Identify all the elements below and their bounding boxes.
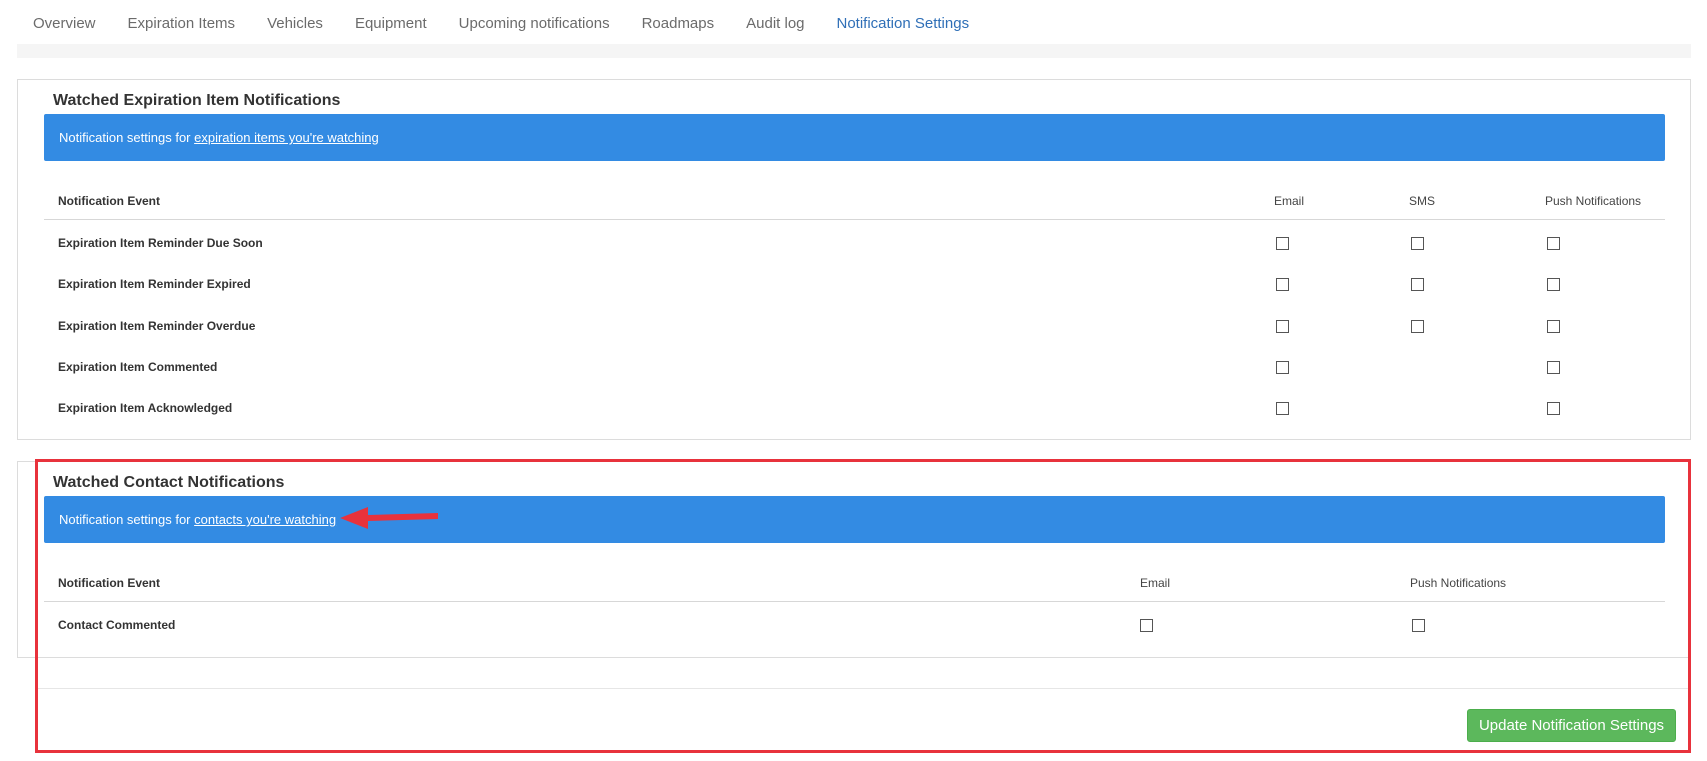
tab-roadmaps[interactable]: Roadmaps: [626, 0, 731, 48]
row-label-commented: Expiration Item Commented: [58, 360, 218, 374]
contact-table-header-divider: [44, 601, 1665, 602]
checkbox-contact-commented-push[interactable]: [1412, 619, 1425, 632]
col-header-sms: SMS: [1409, 194, 1436, 208]
checkbox-overdue-push[interactable]: [1547, 320, 1560, 333]
expiration-info-bar: Notification settings for expiration ite…: [44, 114, 1665, 161]
col-header-push: Push Notifications: [1545, 194, 1642, 208]
row-label-overdue: Expiration Item Reminder Overdue: [58, 319, 256, 333]
tab-vehicles[interactable]: Vehicles: [251, 0, 339, 48]
tab-overview[interactable]: Overview: [17, 0, 112, 48]
table-header-divider: [44, 219, 1665, 220]
checkbox-due-soon-sms[interactable]: [1411, 237, 1424, 250]
tab-upcoming-notifications[interactable]: Upcoming notifications: [443, 0, 626, 48]
tab-equipment[interactable]: Equipment: [339, 0, 443, 48]
tab-expiration-items[interactable]: Expiration Items: [112, 0, 252, 48]
checkbox-acknowledged-push[interactable]: [1547, 402, 1560, 415]
annotation-arrow-icon: [340, 507, 438, 529]
row-label-acknowledged: Expiration Item Acknowledged: [58, 401, 233, 415]
contact-panel-title: Watched Contact Notifications: [53, 474, 285, 491]
expiration-notifications-panel: Watched Expiration Item Notifications No…: [17, 79, 1691, 440]
row-label-due-soon: Expiration Item Reminder Due Soon: [58, 236, 263, 250]
col-header-event: Notification Event: [58, 194, 161, 208]
contact-info-text: Notification settings for: [59, 512, 195, 527]
update-notification-settings-button[interactable]: Update Notification Settings: [1467, 709, 1676, 742]
tab-audit-log[interactable]: Audit log: [730, 0, 820, 48]
checkbox-overdue-sms[interactable]: [1411, 320, 1424, 333]
checkbox-acknowledged-email[interactable]: [1276, 402, 1289, 415]
tab-content-strip: [17, 44, 1691, 58]
checkbox-expired-sms[interactable]: [1411, 278, 1424, 291]
checkbox-commented-push[interactable]: [1547, 361, 1560, 374]
row-label-contact-commented: Contact Commented: [58, 618, 176, 632]
contact-col-header-event: Notification Event: [58, 576, 161, 590]
contact-col-header-push: Push Notifications: [1410, 576, 1507, 590]
checkbox-due-soon-email[interactable]: [1276, 237, 1289, 250]
footer-divider: [37, 688, 1691, 689]
checkbox-contact-commented-email[interactable]: [1140, 619, 1153, 632]
expiration-items-watching-link[interactable]: expiration items you're watching: [194, 130, 379, 145]
col-header-email: Email: [1274, 194, 1305, 208]
checkbox-expired-email[interactable]: [1276, 278, 1289, 291]
checkbox-commented-email[interactable]: [1276, 361, 1289, 374]
checkbox-expired-push[interactable]: [1547, 278, 1560, 291]
contact-col-header-email: Email: [1140, 576, 1171, 590]
checkbox-overdue-email[interactable]: [1276, 320, 1289, 333]
row-label-expired: Expiration Item Reminder Expired: [58, 277, 251, 291]
expiration-info-text: Notification settings for: [59, 130, 195, 145]
expiration-panel-title: Watched Expiration Item Notifications: [53, 92, 341, 109]
contact-notifications-panel: Watched Contact Notifications Notificati…: [17, 461, 1691, 658]
tab-bar: Overview Expiration Items Vehicles Equip…: [17, 0, 986, 48]
contacts-watching-link[interactable]: contacts you're watching: [194, 512, 336, 527]
contact-info-bar: Notification settings for contacts you'r…: [44, 496, 1665, 543]
tab-notification-settings[interactable]: Notification Settings: [820, 0, 986, 48]
checkbox-due-soon-push[interactable]: [1547, 237, 1560, 250]
